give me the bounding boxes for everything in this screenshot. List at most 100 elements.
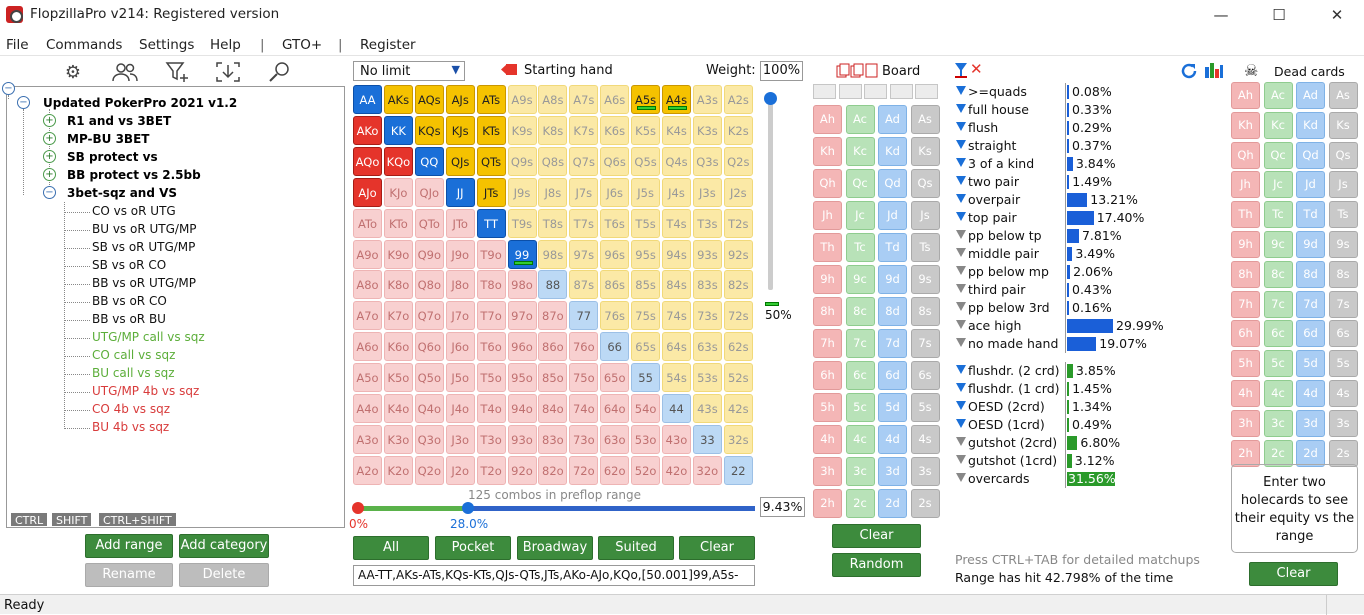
hand-cell-44[interactable]: 44 bbox=[662, 394, 691, 423]
filter-triangle-icon[interactable] bbox=[956, 383, 966, 392]
filter-triangle-icon[interactable] bbox=[956, 86, 966, 95]
dead-card-7c[interactable]: 7c bbox=[1263, 290, 1293, 318]
board-card-4h[interactable]: 4h bbox=[813, 425, 842, 454]
hand-cell-82s[interactable]: 82s bbox=[723, 270, 753, 300]
tree-leaf[interactable]: UTG/MP 4b vs sqz bbox=[92, 384, 199, 398]
dead-card-kd[interactable]: Kd bbox=[1296, 111, 1325, 139]
board-card-ah[interactable]: Ah bbox=[813, 105, 842, 134]
hand-cell-qto[interactable]: QTo bbox=[414, 208, 444, 238]
dead-card-8h[interactable]: 8h bbox=[1231, 260, 1260, 288]
users-icon[interactable] bbox=[111, 60, 139, 86]
hand-cell-76o[interactable]: 76o bbox=[569, 332, 599, 362]
stat-row[interactable]: gutshot (1crd) 3.12% bbox=[955, 452, 1225, 470]
range-percent-input[interactable]: 9.43% bbox=[760, 497, 805, 517]
hand-cell-74s[interactable]: 74s bbox=[662, 301, 691, 331]
board-card-6h[interactable]: 6h bbox=[813, 361, 842, 390]
minimize-button[interactable]: — bbox=[1198, 2, 1244, 28]
hand-cell-65s[interactable]: 65s bbox=[631, 332, 661, 362]
menu-file[interactable]: File bbox=[6, 37, 29, 53]
hand-cell-q4s[interactable]: Q4s bbox=[662, 146, 691, 176]
hand-cell-t4o[interactable]: T4o bbox=[476, 394, 506, 423]
filter-triangle-icon[interactable] bbox=[956, 338, 966, 347]
dead-card-jd[interactable]: Jd bbox=[1296, 171, 1325, 199]
hand-cell-62s[interactable]: 62s bbox=[723, 332, 753, 362]
hand-cell-a4s[interactable]: A4s bbox=[662, 85, 691, 114]
tree-leaf[interactable]: SB vs oR UTG/MP bbox=[92, 240, 195, 254]
hand-cell-92o[interactable]: 92o bbox=[507, 455, 537, 485]
hand-cell-kjo[interactable]: KJo bbox=[383, 177, 413, 207]
tree-group[interactable]: SB protect vs bbox=[67, 150, 158, 164]
board-card-7c[interactable]: 7c bbox=[845, 329, 875, 358]
board-card-as[interactable]: As bbox=[910, 105, 940, 134]
dead-card-8d[interactable]: 8d bbox=[1296, 260, 1325, 288]
board-card-9s[interactable]: 9s bbox=[910, 265, 940, 294]
dead-card-8s[interactable]: 8s bbox=[1328, 260, 1358, 288]
hand-cell-ajo[interactable]: AJo bbox=[353, 177, 382, 207]
hand-cell-75o[interactable]: 75o bbox=[569, 363, 599, 393]
stat-row[interactable]: flushdr. (2 crd) 3.85% bbox=[955, 362, 1225, 380]
hand-cell-ato[interactable]: ATo bbox=[353, 208, 382, 238]
hand-cell-32o[interactable]: 32o bbox=[692, 455, 722, 485]
hand-cell-t9s[interactable]: T9s bbox=[507, 208, 537, 238]
hand-cell-a2s[interactable]: A2s bbox=[723, 85, 753, 114]
menu-settings[interactable]: Settings bbox=[139, 37, 194, 53]
hand-cell-a2o[interactable]: A2o bbox=[353, 455, 382, 485]
dead-card-5h[interactable]: 5h bbox=[1231, 350, 1260, 378]
hand-cell-a6o[interactable]: A6o bbox=[353, 332, 382, 362]
board-card-ac[interactable]: Ac bbox=[845, 105, 875, 134]
board-card-qc[interactable]: Qc bbox=[845, 169, 875, 198]
dead-card-qc[interactable]: Qc bbox=[1263, 141, 1293, 169]
filter-triangle-icon[interactable] bbox=[956, 140, 966, 149]
filter-triangle-icon[interactable] bbox=[956, 401, 966, 410]
hand-cell-74o[interactable]: 74o bbox=[569, 394, 599, 423]
board-card-4c[interactable]: 4c bbox=[845, 425, 875, 454]
delete-button[interactable]: Delete bbox=[179, 563, 269, 587]
add-category-button[interactable]: Add category bbox=[179, 534, 269, 558]
stat-row[interactable]: >=quads 0.08% bbox=[955, 83, 1225, 101]
filter-triangle-icon[interactable] bbox=[956, 365, 966, 374]
hand-cell-85s[interactable]: 85s bbox=[631, 270, 661, 300]
hand-cell-ats[interactable]: ATs bbox=[476, 85, 506, 114]
hand-cell-t6s[interactable]: T6s bbox=[600, 208, 630, 238]
hand-cell-j2s[interactable]: J2s bbox=[723, 177, 753, 207]
hand-cell-52s[interactable]: 52s bbox=[723, 363, 753, 393]
tab-shift[interactable]: SHIFT bbox=[51, 512, 93, 527]
stat-row[interactable]: pp below 3rd 0.16% bbox=[955, 299, 1225, 317]
board-card-qh[interactable]: Qh bbox=[813, 169, 842, 198]
clear-filter-icon[interactable]: ✕ bbox=[970, 60, 983, 78]
dead-card-ac[interactable]: Ac bbox=[1263, 82, 1293, 109]
hand-cell-a3o[interactable]: A3o bbox=[353, 424, 382, 454]
close-button[interactable]: ✕ bbox=[1314, 2, 1360, 28]
hand-cell-54s[interactable]: 54s bbox=[662, 363, 691, 393]
hand-cell-qq[interactable]: QQ bbox=[414, 146, 444, 176]
hand-cell-t5s[interactable]: T5s bbox=[631, 208, 661, 238]
hand-cell-95o[interactable]: 95o bbox=[507, 363, 537, 393]
hand-cell-jto[interactable]: JTo bbox=[445, 208, 475, 238]
dead-card-jc[interactable]: Jc bbox=[1263, 171, 1293, 199]
filter-triangle-icon[interactable] bbox=[956, 176, 966, 185]
filter-triangle-icon[interactable] bbox=[956, 419, 966, 428]
filter-triangle-icon[interactable] bbox=[956, 473, 966, 482]
hand-cell-q5o[interactable]: Q5o bbox=[414, 363, 444, 393]
board-card-9c[interactable]: 9c bbox=[845, 265, 875, 294]
hand-cell-t3s[interactable]: T3s bbox=[692, 208, 722, 238]
game-type-select[interactable]: No limit ▼ bbox=[353, 61, 465, 81]
board-card-3c[interactable]: 3c bbox=[845, 457, 875, 486]
dead-card-ks[interactable]: Ks bbox=[1328, 111, 1358, 139]
hand-cell-94s[interactable]: 94s bbox=[662, 239, 691, 269]
board-card-3h[interactable]: 3h bbox=[813, 457, 842, 486]
hand-cell-t9o[interactable]: T9o bbox=[476, 239, 506, 269]
dead-card-8c[interactable]: 8c bbox=[1263, 260, 1293, 288]
hand-cell-k5o[interactable]: K5o bbox=[383, 363, 413, 393]
hand-cell-k2s[interactable]: K2s bbox=[723, 115, 753, 145]
hand-cell-k9s[interactable]: K9s bbox=[507, 115, 537, 145]
tree-leaf[interactable]: CO call vs sqz bbox=[92, 348, 175, 362]
hand-cell-k6o[interactable]: K6o bbox=[383, 332, 413, 362]
select-all-button[interactable]: All bbox=[353, 536, 429, 560]
hand-cell-t8s[interactable]: T8s bbox=[538, 208, 568, 238]
board-card-5d[interactable]: 5d bbox=[878, 393, 907, 422]
board-card-7d[interactable]: 7d bbox=[878, 329, 907, 358]
hand-cell-j5o[interactable]: J5o bbox=[445, 363, 475, 393]
hand-cell-93o[interactable]: 93o bbox=[507, 424, 537, 454]
dead-card-2d[interactable]: 2d bbox=[1296, 439, 1325, 467]
